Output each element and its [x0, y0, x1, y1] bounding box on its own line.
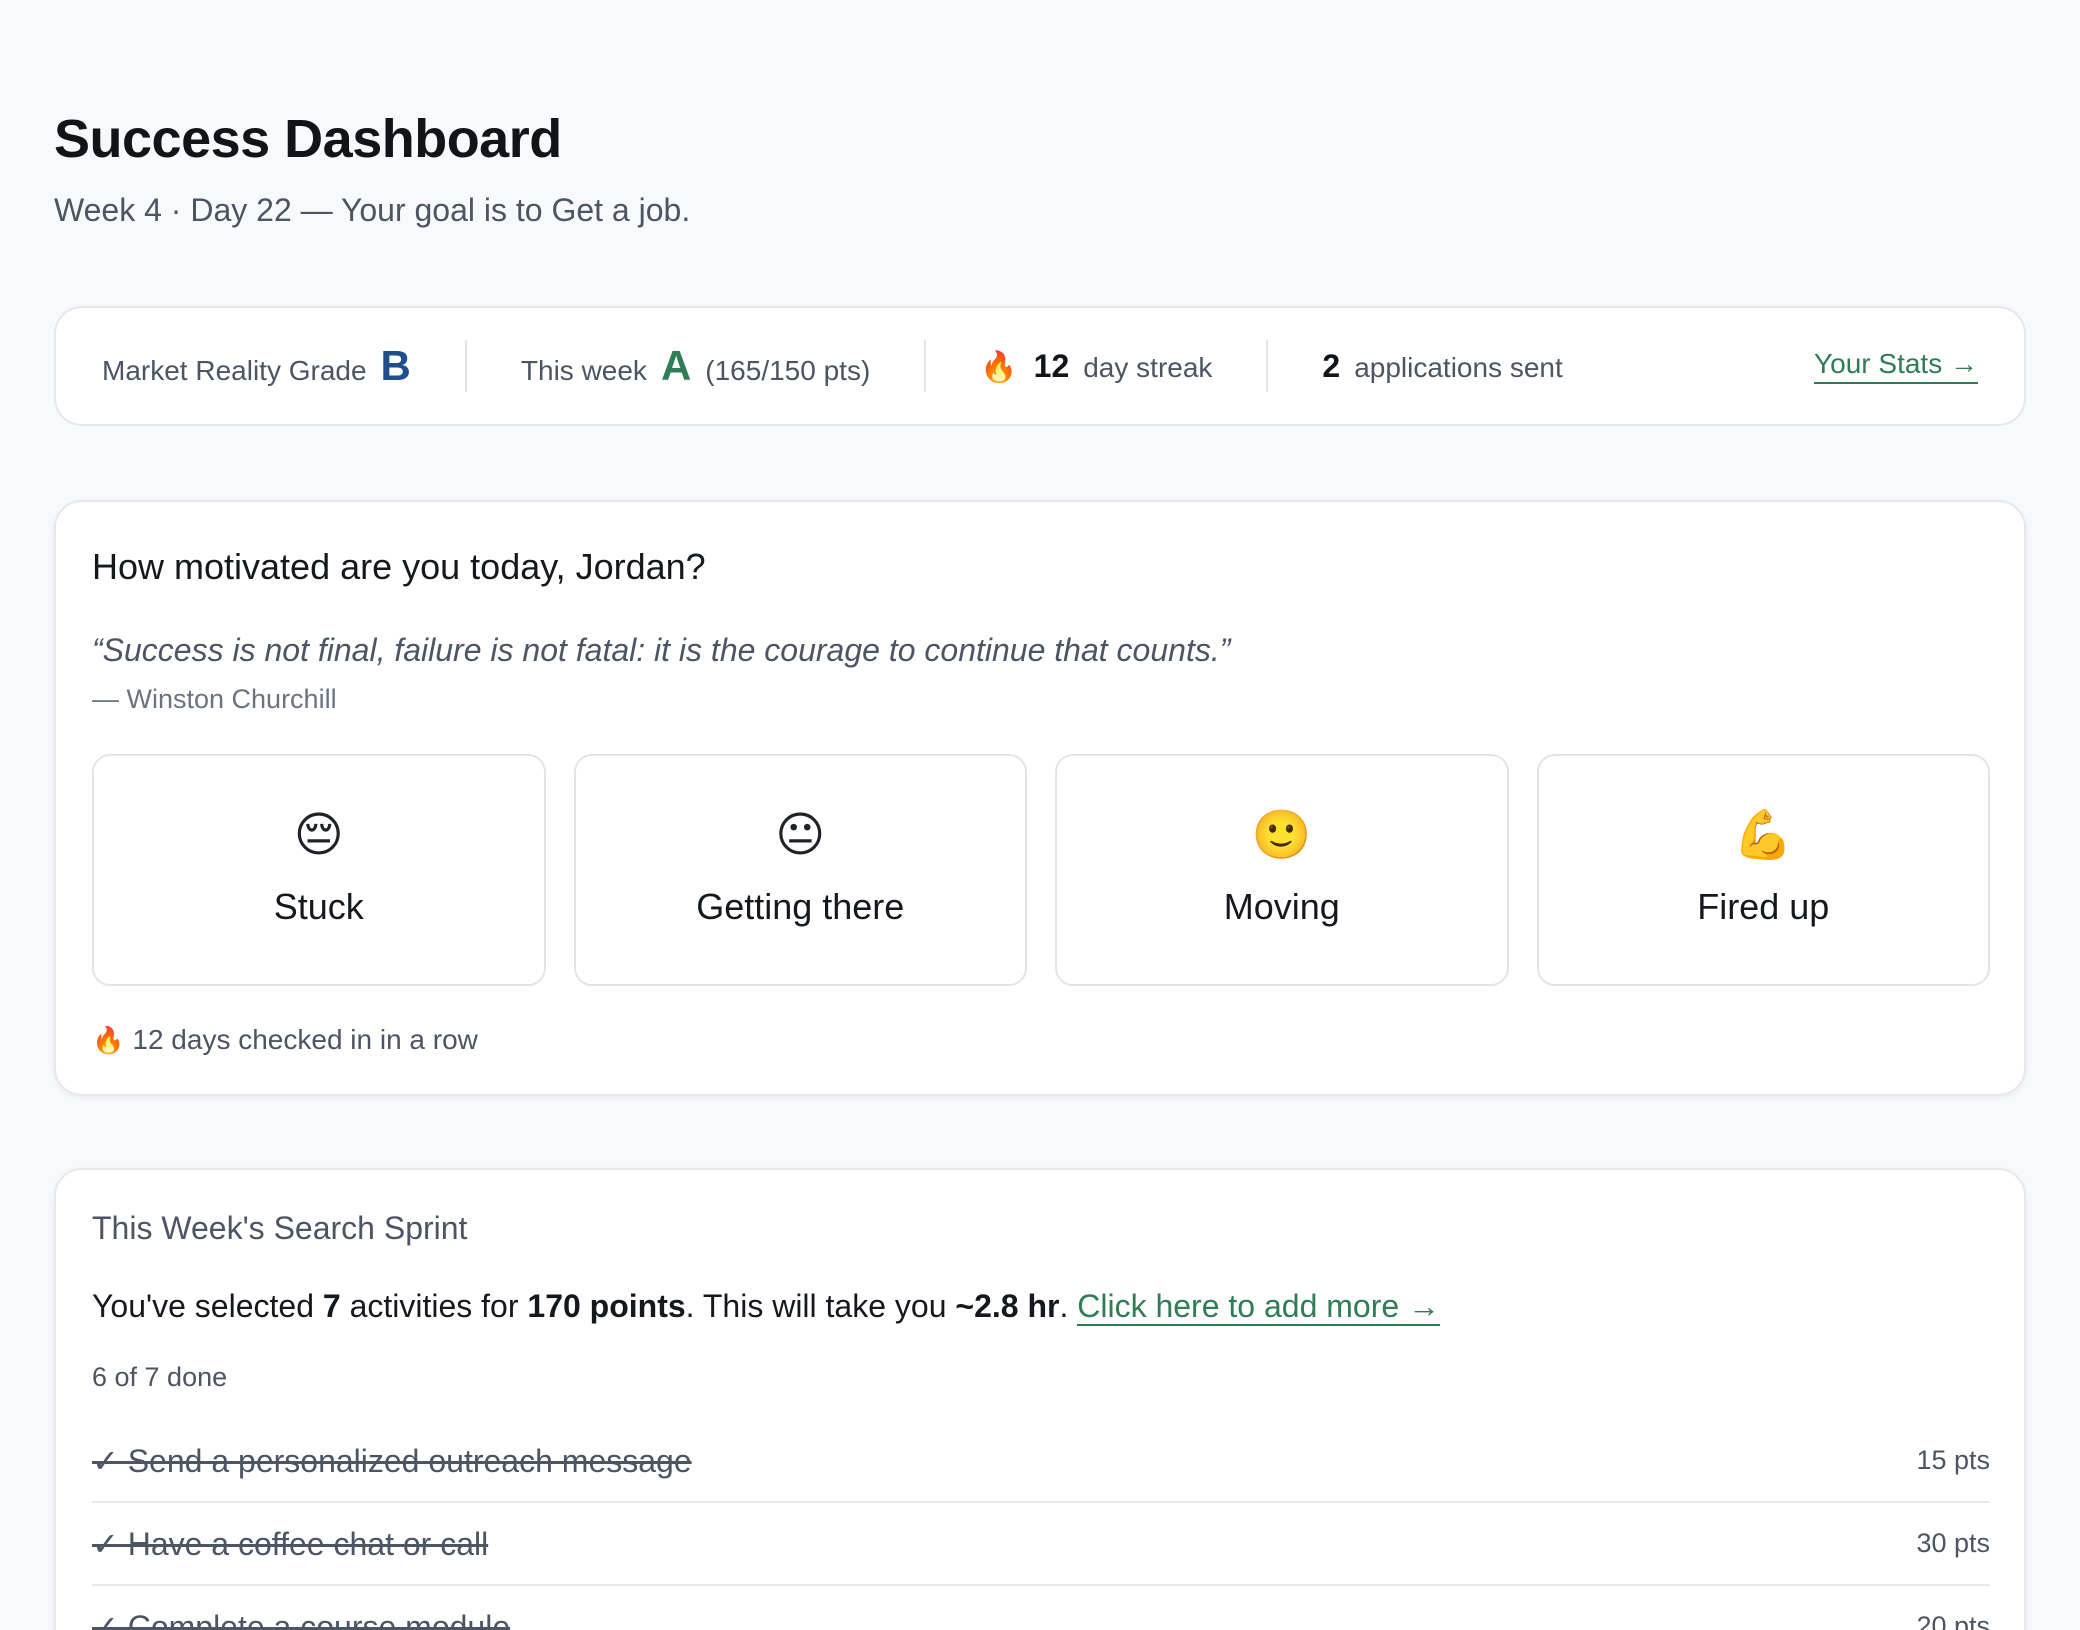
search-sprint-card: This Week's Search Sprint You've selecte…	[54, 1168, 2026, 1630]
checkin-text: 12 days checked in in a row	[132, 1024, 478, 1055]
week-grade-label: This week	[520, 355, 647, 386]
neutral-face-icon: 😐	[775, 809, 826, 862]
mood-label: Getting there	[696, 886, 905, 927]
task-name: ✓ Send a personalized outreach message	[92, 1442, 692, 1479]
applications-stat: 2 applications sent	[1322, 348, 1562, 385]
task-row[interactable]: ✓ Complete a course module 20 pts	[92, 1586, 1990, 1630]
mood-label: Moving	[1223, 886, 1340, 927]
stats-bar: Market Reality Grade B This week A (165/…	[54, 306, 2026, 426]
market-grade-value: B	[380, 342, 411, 389]
sprint-title: This Week's Search Sprint	[92, 1210, 468, 1246]
summary-text: You've selected	[92, 1288, 323, 1324]
mood-label: Stuck	[273, 886, 364, 927]
applications-value: 2	[1322, 347, 1341, 384]
mood-option-stuck[interactable]: 😔 Stuck	[92, 754, 546, 986]
page: Success Dashboard Week 4 · Day 22 — Your…	[0, 0, 2080, 1630]
quote-author: — Winston Churchill	[92, 684, 337, 714]
summary-text: activities for	[340, 1288, 528, 1324]
mood-label: Fired up	[1697, 886, 1830, 927]
stat-divider	[924, 340, 927, 392]
week-points: (165/150 pts)	[705, 355, 871, 386]
flexed-biceps-icon: 💪	[1733, 809, 1794, 862]
motivation-quote: “Success is not final, failure is not fa…	[92, 632, 1231, 668]
sprint-progress: 6 of 7 done	[92, 1362, 228, 1392]
fire-icon: 🔥	[980, 350, 1018, 384]
mood-option-fired-up[interactable]: 💪 Fired up	[1536, 754, 1990, 986]
task-name: ✓ Have a coffee chat or call	[92, 1525, 489, 1562]
task-row[interactable]: ✓ Send a personalized outreach message 1…	[92, 1420, 1990, 1503]
motivation-title: How motivated are you today, Jordan?	[92, 546, 706, 587]
sprint-summary: You've selected 7 activities for 170 poi…	[92, 1288, 1441, 1326]
mood-option-moving[interactable]: 🙂 Moving	[1055, 754, 1509, 986]
mood-options: 😔 Stuck 😐 Getting there 🙂 Moving 💪 Fired…	[92, 754, 1990, 986]
time-estimate: ~2.8 hr	[955, 1288, 1060, 1324]
motivation-card: How motivated are you today, Jordan? “Su…	[54, 500, 2026, 1096]
add-more-link[interactable]: Click here to add more →	[1077, 1288, 1441, 1326]
smiling-face-icon: 🙂	[1251, 809, 1312, 862]
activity-count: 7	[322, 1288, 341, 1324]
streak-stat: 🔥 12 day streak	[980, 348, 1212, 385]
market-grade-stat: Market Reality Grade B	[102, 342, 411, 390]
checkin-streak: 🔥 12 days checked in in a row	[92, 1024, 478, 1056]
task-name: ✓ Complete a course module	[92, 1608, 511, 1630]
stat-divider	[1266, 340, 1269, 392]
pensive-face-icon: 😔	[293, 809, 344, 862]
week-grade-value: A	[660, 342, 692, 389]
applications-label: applications sent	[1354, 351, 1563, 383]
task-points: 20 pts	[1916, 1611, 1990, 1630]
streak-value: 12	[1033, 347, 1070, 384]
market-grade-label: Market Reality Grade	[102, 355, 367, 386]
page-subtitle: Week 4 · Day 22 — Your goal is to Get a …	[54, 192, 691, 228]
summary-text: .	[1059, 1288, 1078, 1324]
summary-text: . This will take you	[685, 1288, 956, 1324]
points-total: 170 points	[527, 1288, 686, 1324]
your-stats-link[interactable]: Your Stats →	[1814, 348, 1978, 384]
task-points: 15 pts	[1916, 1445, 1990, 1475]
streak-label: day streak	[1083, 351, 1213, 383]
page-title: Success Dashboard	[54, 109, 562, 169]
week-grade-stat: This week A (165/150 pts)	[521, 342, 870, 390]
task-row[interactable]: ✓ Have a coffee chat or call 30 pts	[92, 1503, 1990, 1586]
task-points: 30 pts	[1916, 1528, 1990, 1558]
mood-option-getting-there[interactable]: 😐 Getting there	[573, 754, 1027, 986]
task-list: ✓ Send a personalized outreach message 1…	[92, 1420, 1990, 1630]
fire-icon: 🔥	[92, 1024, 125, 1055]
stat-divider	[464, 340, 467, 392]
